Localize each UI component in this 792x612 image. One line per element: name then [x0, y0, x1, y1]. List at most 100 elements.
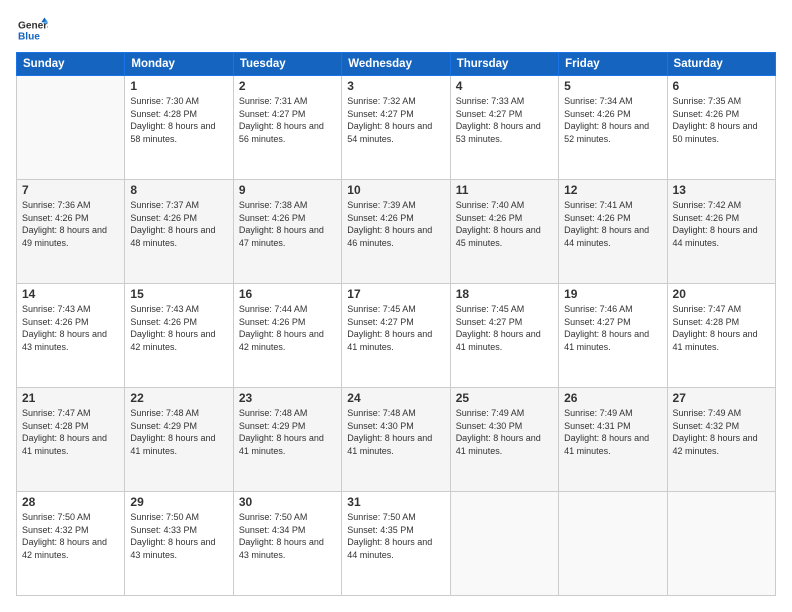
calendar-cell: 4 Sunrise: 7:33 AMSunset: 4:27 PMDaylight…: [450, 76, 558, 180]
calendar-cell: 26Sunrise: 7:49 AMSunset: 4:31 PMDayligh…: [559, 388, 667, 492]
calendar-cell: 17 Sunrise: 7:45 AMSunset: 4:27 PMDayligh…: [342, 284, 450, 388]
calendar-cell: 15 Sunrise: 7:43 AMSunset: 4:26 PMDayligh…: [125, 284, 233, 388]
day-number: 18: [456, 287, 553, 301]
calendar-week-row: 21 Sunrise: 7:47 AMSunset: 4:28 PMDayligh…: [17, 388, 776, 492]
day-info: Sunrise: 7:50 AMSunset: 4:35 PMDaylight:…: [347, 511, 444, 561]
day-info: Sunrise: 7:50 AMSunset: 4:32 PMDaylight:…: [22, 511, 119, 561]
day-info: Sunrise: 7:41 AMSunset: 4:26 PMDaylight:…: [564, 199, 661, 249]
calendar-cell: 21 Sunrise: 7:47 AMSunset: 4:28 PMDayligh…: [17, 388, 125, 492]
day-number: 23: [239, 391, 336, 405]
day-info: Sunrise: 7:49 AMSunset: 4:31 PMDaylight:…: [564, 407, 661, 457]
day-info: Sunrise: 7:50 AMSunset: 4:33 PMDaylight:…: [130, 511, 227, 561]
calendar-cell: 16 Sunrise: 7:44 AMSunset: 4:26 PMDayligh…: [233, 284, 341, 388]
day-info: Sunrise: 7:40 AMSunset: 4:26 PMDaylight:…: [456, 199, 553, 249]
day-info: Sunrise: 7:49 AMSunset: 4:32 PMDaylight:…: [673, 407, 770, 457]
header: General Blue: [16, 16, 776, 44]
day-number: 4: [456, 79, 553, 93]
day-number: 3: [347, 79, 444, 93]
day-number: 22: [130, 391, 227, 405]
day-number: 28: [22, 495, 119, 509]
calendar-cell: 19 Sunrise: 7:46 AMSunset: 4:27 PMDayligh…: [559, 284, 667, 388]
calendar-cell: 6 Sunrise: 7:35 AMSunset: 4:26 PMDaylight…: [667, 76, 775, 180]
day-info: Sunrise: 7:42 AMSunset: 4:26 PMDaylight:…: [673, 199, 770, 249]
calendar-cell: [667, 492, 775, 596]
calendar-cell: 31 Sunrise: 7:50 AMSunset: 4:35 PMDayligh…: [342, 492, 450, 596]
calendar-cell: 29 Sunrise: 7:50 AMSunset: 4:33 PMDayligh…: [125, 492, 233, 596]
day-info: Sunrise: 7:44 AMSunset: 4:26 PMDaylight:…: [239, 303, 336, 353]
calendar-cell: 27Sunrise: 7:49 AMSunset: 4:32 PMDayligh…: [667, 388, 775, 492]
day-number: 9: [239, 183, 336, 197]
calendar-cell: 9 Sunrise: 7:38 AMSunset: 4:26 PMDaylight…: [233, 180, 341, 284]
calendar-header-tuesday: Tuesday: [233, 53, 341, 76]
day-number: 31: [347, 495, 444, 509]
day-info: Sunrise: 7:32 AMSunset: 4:27 PMDaylight:…: [347, 95, 444, 145]
day-number: 17: [347, 287, 444, 301]
day-info: Sunrise: 7:36 AMSunset: 4:26 PMDaylight:…: [22, 199, 119, 249]
day-number: 20: [673, 287, 770, 301]
calendar-cell: 20 Sunrise: 7:47 AMSunset: 4:28 PMDayligh…: [667, 284, 775, 388]
calendar-cell: 30 Sunrise: 7:50 AMSunset: 4:34 PMDayligh…: [233, 492, 341, 596]
day-number: 13: [673, 183, 770, 197]
calendar-week-row: 7 Sunrise: 7:36 AMSunset: 4:26 PMDaylight…: [17, 180, 776, 284]
calendar-table: SundayMondayTuesdayWednesdayThursdayFrid…: [16, 52, 776, 596]
day-number: 29: [130, 495, 227, 509]
calendar-cell: 3 Sunrise: 7:32 AMSunset: 4:27 PMDaylight…: [342, 76, 450, 180]
day-number: 15: [130, 287, 227, 301]
calendar-cell: 11 Sunrise: 7:40 AMSunset: 4:26 PMDayligh…: [450, 180, 558, 284]
day-info: Sunrise: 7:45 AMSunset: 4:27 PMDaylight:…: [456, 303, 553, 353]
day-info: Sunrise: 7:50 AMSunset: 4:34 PMDaylight:…: [239, 511, 336, 561]
calendar-cell: 12 Sunrise: 7:41 AMSunset: 4:26 PMDayligh…: [559, 180, 667, 284]
calendar-header-row: SundayMondayTuesdayWednesdayThursdayFrid…: [17, 53, 776, 76]
logo: General Blue: [16, 16, 48, 44]
day-info: Sunrise: 7:48 AMSunset: 4:29 PMDaylight:…: [130, 407, 227, 457]
day-number: 21: [22, 391, 119, 405]
day-number: 24: [347, 391, 444, 405]
day-number: 30: [239, 495, 336, 509]
day-number: 11: [456, 183, 553, 197]
day-info: Sunrise: 7:34 AMSunset: 4:26 PMDaylight:…: [564, 95, 661, 145]
day-number: 12: [564, 183, 661, 197]
day-number: 10: [347, 183, 444, 197]
calendar-week-row: 14 Sunrise: 7:43 AMSunset: 4:26 PMDayligh…: [17, 284, 776, 388]
day-number: 19: [564, 287, 661, 301]
calendar-header-wednesday: Wednesday: [342, 53, 450, 76]
calendar-cell: [450, 492, 558, 596]
day-info: Sunrise: 7:37 AMSunset: 4:26 PMDaylight:…: [130, 199, 227, 249]
calendar-cell: 22 Sunrise: 7:48 AMSunset: 4:29 PMDayligh…: [125, 388, 233, 492]
calendar-week-row: 28 Sunrise: 7:50 AMSunset: 4:32 PMDayligh…: [17, 492, 776, 596]
day-info: Sunrise: 7:48 AMSunset: 4:30 PMDaylight:…: [347, 407, 444, 457]
calendar-cell: [559, 492, 667, 596]
day-info: Sunrise: 7:33 AMSunset: 4:27 PMDaylight:…: [456, 95, 553, 145]
calendar-cell: 1 Sunrise: 7:30 AMSunset: 4:28 PMDaylight…: [125, 76, 233, 180]
day-number: 25: [456, 391, 553, 405]
day-number: 6: [673, 79, 770, 93]
calendar-cell: [17, 76, 125, 180]
calendar-cell: 24 Sunrise: 7:48 AMSunset: 4:30 PMDayligh…: [342, 388, 450, 492]
day-number: 14: [22, 287, 119, 301]
day-info: Sunrise: 7:30 AMSunset: 4:28 PMDaylight:…: [130, 95, 227, 145]
calendar-cell: 10 Sunrise: 7:39 AMSunset: 4:26 PMDayligh…: [342, 180, 450, 284]
calendar-cell: 2Sunrise: 7:31 AMSunset: 4:27 PMDaylight…: [233, 76, 341, 180]
day-info: Sunrise: 7:45 AMSunset: 4:27 PMDaylight:…: [347, 303, 444, 353]
day-number: 1: [130, 79, 227, 93]
day-info: Sunrise: 7:47 AMSunset: 4:28 PMDaylight:…: [22, 407, 119, 457]
day-info: Sunrise: 7:39 AMSunset: 4:26 PMDaylight:…: [347, 199, 444, 249]
day-info: Sunrise: 7:43 AMSunset: 4:26 PMDaylight:…: [130, 303, 227, 353]
day-info: Sunrise: 7:35 AMSunset: 4:26 PMDaylight:…: [673, 95, 770, 145]
calendar-cell: 25Sunrise: 7:49 AMSunset: 4:30 PMDayligh…: [450, 388, 558, 492]
calendar-header-sunday: Sunday: [17, 53, 125, 76]
calendar-header-friday: Friday: [559, 53, 667, 76]
calendar-cell: 28 Sunrise: 7:50 AMSunset: 4:32 PMDayligh…: [17, 492, 125, 596]
calendar-header-saturday: Saturday: [667, 53, 775, 76]
day-number: 16: [239, 287, 336, 301]
calendar-cell: 14Sunrise: 7:43 AMSunset: 4:26 PMDayligh…: [17, 284, 125, 388]
day-info: Sunrise: 7:46 AMSunset: 4:27 PMDaylight:…: [564, 303, 661, 353]
day-info: Sunrise: 7:47 AMSunset: 4:28 PMDaylight:…: [673, 303, 770, 353]
day-number: 7: [22, 183, 119, 197]
calendar-cell: 5 Sunrise: 7:34 AMSunset: 4:26 PMDaylight…: [559, 76, 667, 180]
logo-icon: General Blue: [16, 16, 48, 44]
day-info: Sunrise: 7:31 AMSunset: 4:27 PMDaylight:…: [239, 95, 336, 145]
calendar-header-thursday: Thursday: [450, 53, 558, 76]
day-number: 5: [564, 79, 661, 93]
day-info: Sunrise: 7:38 AMSunset: 4:26 PMDaylight:…: [239, 199, 336, 249]
